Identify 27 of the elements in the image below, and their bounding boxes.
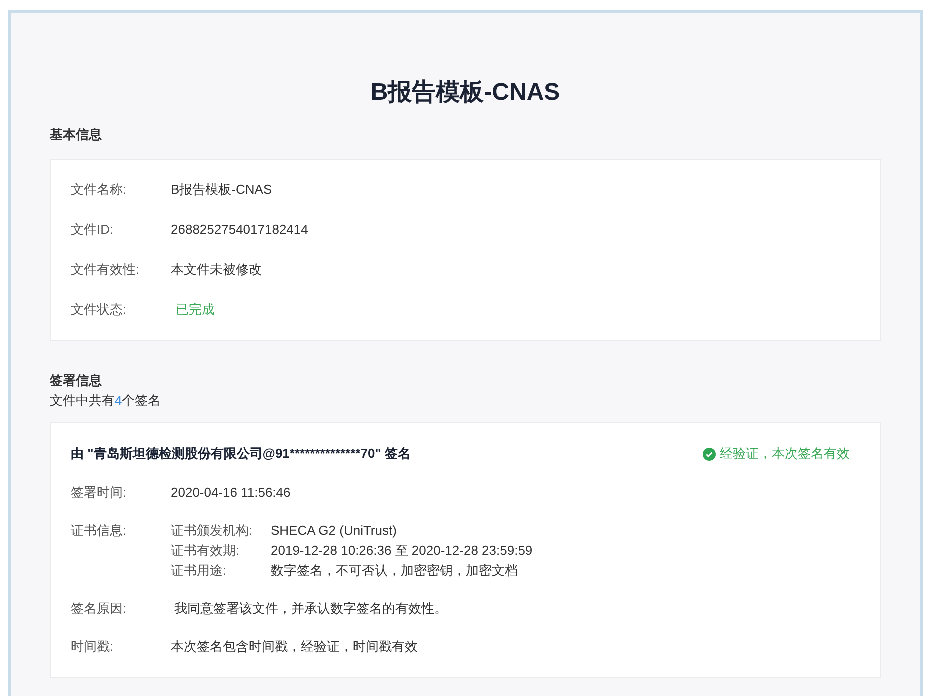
field-label: 文件有效性: [71,261,141,280]
field-label: 文件名称: [71,181,128,200]
field-value: 我同意签署该文件，并承认数字签名的有效性。 [174,600,448,618]
field-label: 签名原因: [71,600,128,618]
field-label: 证书用途: [171,562,228,580]
validity-text: 经验证，本次签名有效 [720,445,850,464]
field-label: 证书信息: [71,522,128,540]
field-value: 数字签名，不可否认，加密密钥，加密文档 [271,562,518,580]
page-title: B报告模板-CNAS [370,78,562,108]
field-value: 本文件未被修改 [171,261,262,280]
field-label: 证书有效期: [171,542,241,560]
field-value: 2019-12-28 10:26:36 至 2020-12-28 23:59:59 [271,542,533,560]
signer-text: 由 "青岛斯坦德检测股份有限公司@91**************70" 签名 [71,445,411,464]
signature-count-text: 文件中共有4个签名 [50,392,162,410]
field-label: 签署时间: [71,484,128,502]
field-value: 本次签名包含时间戳，经验证，时间戳有效 [171,638,418,656]
field-value: SHECA G2 (UniTrust) [271,522,397,540]
field-label: 证书颁发机构: [171,522,254,540]
field-label: 时间戳: [71,638,115,656]
section-heading: 签署信息 [50,372,103,390]
field-label: 文件状态: [71,301,128,320]
field-value: 2020-04-16 11:56:46 [171,484,291,502]
section-heading: 基本信息 [50,126,103,144]
field-label: 文件ID: [71,221,115,240]
status-text: 已完成 [175,301,215,320]
field-value: B报告模板-CNAS [171,181,272,200]
field-value: 2688252754017182414 [171,221,308,240]
